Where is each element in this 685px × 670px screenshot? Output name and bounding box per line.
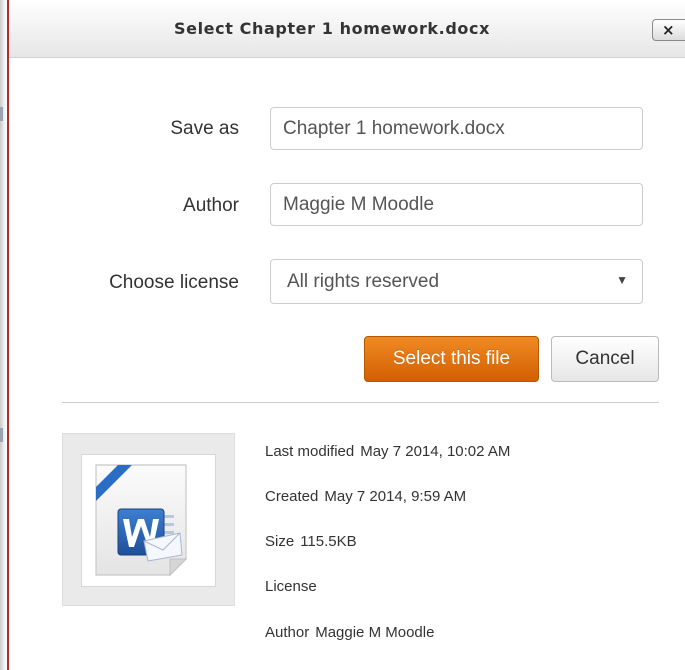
dialog-header: Select Chapter 1 homework.docx: [9, 0, 685, 58]
meta-size-value: 115.5KB: [300, 533, 357, 550]
dialog-left-border: [0, 0, 9, 670]
meta-license: License: [265, 578, 323, 595]
meta-author: Author Maggie M Moodle: [265, 624, 434, 641]
author-label: Author: [183, 195, 239, 216]
meta-license-label: License: [265, 578, 317, 595]
license-select[interactable]: All rights reserved ▼: [270, 259, 643, 304]
save-as-label: Save as: [170, 118, 239, 139]
save-as-input[interactable]: [270, 107, 643, 150]
file-thumbnail: [62, 433, 235, 606]
file-thumbnail-frame: [81, 454, 216, 587]
meta-size-label: Size: [265, 533, 295, 550]
choose-license-label: Choose license: [109, 272, 239, 293]
background-edge-mark: [0, 107, 3, 121]
close-button[interactable]: ×: [652, 19, 685, 41]
meta-last-modified: Last modified May 7 2014, 10:02 AM: [265, 443, 510, 460]
author-input[interactable]: [270, 183, 643, 226]
meta-last-modified-value: May 7 2014, 10:02 AM: [360, 443, 511, 460]
word-document-icon: [95, 464, 188, 577]
meta-last-modified-label: Last modified: [265, 443, 355, 460]
meta-author-label: Author: [265, 624, 310, 641]
file-select-dialog: Select Chapter 1 homework.docx × Save as…: [0, 0, 685, 670]
select-file-button[interactable]: Select this file: [364, 336, 539, 382]
meta-size: Size 115.5KB: [265, 533, 357, 550]
meta-created-value: May 7 2014, 9:59 AM: [324, 488, 467, 505]
license-select-value: All rights reserved: [287, 271, 440, 292]
dialog-title: Select Chapter 1 homework.docx: [174, 19, 490, 38]
background-edge-mark: [0, 428, 3, 442]
close-icon: ×: [662, 21, 675, 39]
meta-created-label: Created: [265, 488, 319, 505]
divider: [62, 402, 659, 403]
chevron-down-icon: ▼: [616, 273, 628, 287]
meta-created: Created May 7 2014, 9:59 AM: [265, 488, 466, 505]
cancel-button[interactable]: Cancel: [551, 336, 659, 382]
meta-author-value: Maggie M Moodle: [315, 624, 435, 641]
